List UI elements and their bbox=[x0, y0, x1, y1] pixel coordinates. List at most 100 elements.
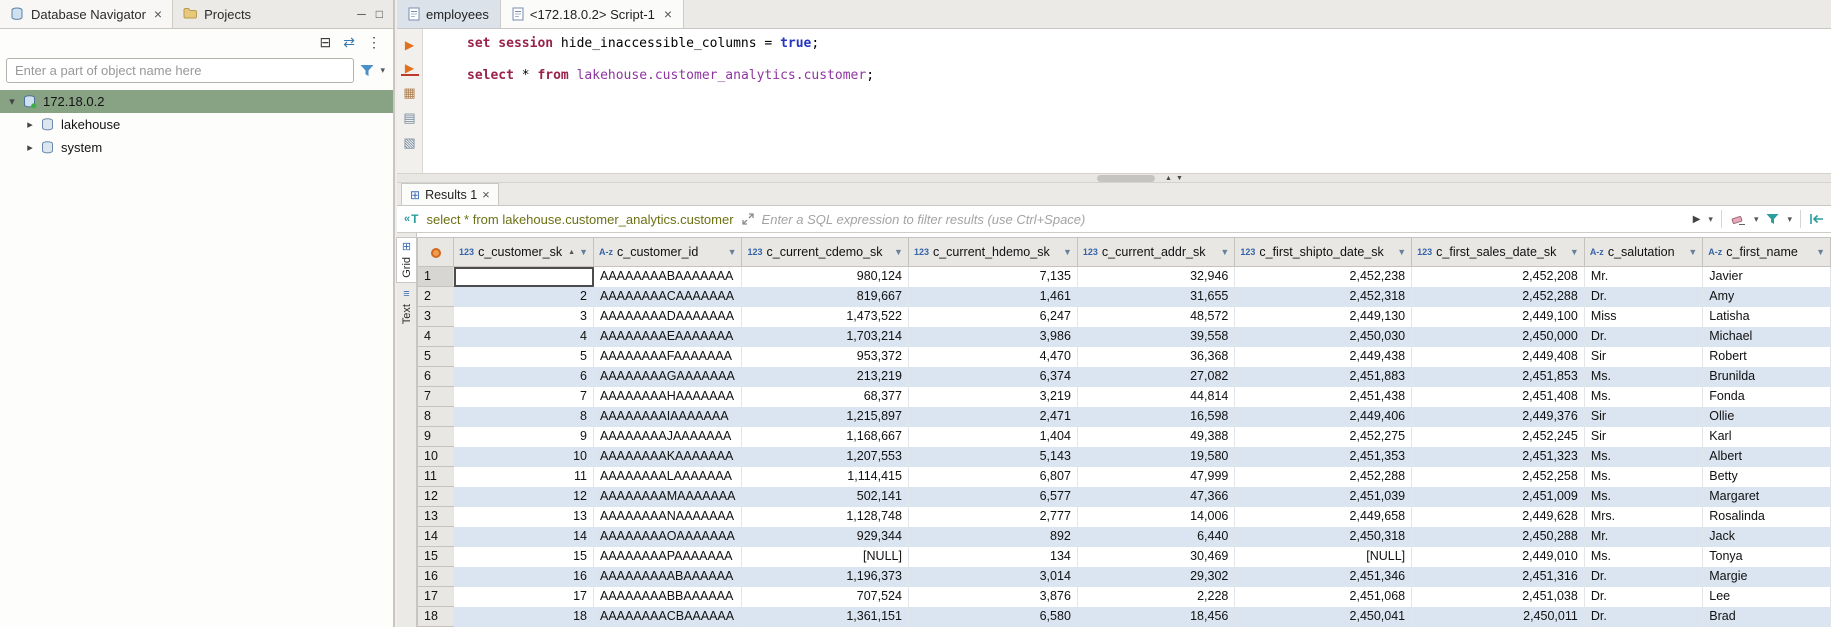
grid-cell[interactable]: 707,524 bbox=[742, 587, 908, 607]
grid-cell[interactable]: 2,452,288 bbox=[1412, 287, 1585, 307]
grid-cell[interactable]: 9 bbox=[454, 427, 594, 447]
collapse-all-icon[interactable]: ⊟ bbox=[320, 34, 332, 51]
collapse-panel-icon[interactable] bbox=[1809, 213, 1824, 225]
grid-cell[interactable]: 2,228 bbox=[1077, 587, 1234, 607]
editor-hscrollbar[interactable] bbox=[1097, 175, 1155, 182]
grid-cell[interactable]: 2,451,323 bbox=[1412, 447, 1585, 467]
column-header-c_first_shipto_date_sk[interactable]: 123c_first_shipto_date_sk▼ bbox=[1235, 238, 1412, 267]
view-menu-icon[interactable]: ⋮ bbox=[367, 34, 381, 51]
column-header-c_current_cdemo_sk[interactable]: 123c_current_cdemo_sk▼ bbox=[742, 238, 908, 267]
grid-cell[interactable]: 16,598 bbox=[1077, 407, 1234, 427]
grid-cell[interactable]: AAAAAAAACBAAAAAA bbox=[594, 607, 742, 627]
filter-dropdown-icon[interactable]: ▼ bbox=[579, 247, 588, 257]
grid-cell[interactable]: Margaret bbox=[1703, 487, 1831, 507]
grid-cell[interactable]: Dr. bbox=[1584, 607, 1702, 627]
grid-cell[interactable]: Mr. bbox=[1584, 527, 1702, 547]
grid-cell[interactable]: Dr. bbox=[1584, 567, 1702, 587]
grid-cell[interactable]: AAAAAAAAGAAAAAAA bbox=[594, 367, 742, 387]
grid-cell[interactable]: 2,449,658 bbox=[1235, 507, 1412, 527]
filter-dropdown-icon[interactable]: ▼ bbox=[1570, 247, 1579, 257]
grid-cell[interactable]: 1,404 bbox=[908, 427, 1077, 447]
row-number[interactable]: 9 bbox=[418, 427, 454, 447]
grid-cell[interactable]: Ms. bbox=[1584, 467, 1702, 487]
grid-cell[interactable]: 10 bbox=[454, 447, 594, 467]
grid-cell[interactable]: Ms. bbox=[1584, 387, 1702, 407]
grid-cell[interactable]: AAAAAAAALAAAAAAA bbox=[594, 467, 742, 487]
grid-cell[interactable]: 48,572 bbox=[1077, 307, 1234, 327]
grid-cell[interactable]: Ollie bbox=[1703, 407, 1831, 427]
tab-results-1[interactable]: ⊞ Results 1 × bbox=[401, 183, 499, 205]
row-number[interactable]: 18 bbox=[418, 607, 454, 627]
results-view-tab-grid[interactable]: ⊞Grid bbox=[397, 238, 416, 282]
grid-cell[interactable]: Latisha bbox=[1703, 307, 1831, 327]
grid-cell[interactable]: 2,450,011 bbox=[1412, 607, 1585, 627]
grid-cell[interactable]: 1,703,214 bbox=[742, 327, 908, 347]
minimize-view-icon[interactable]: ─ bbox=[357, 7, 366, 21]
grid-cell[interactable]: Mr. bbox=[1584, 267, 1702, 287]
grid-cell[interactable]: AAAAAAAAIAAAAAAA bbox=[594, 407, 742, 427]
link-with-editor-icon[interactable]: ⇄ bbox=[343, 34, 355, 51]
execute-script-button[interactable]: ▶ bbox=[401, 61, 419, 76]
grid-cell[interactable]: AAAAAAAAABAAAAAA bbox=[594, 567, 742, 587]
grid-cell[interactable]: 5 bbox=[454, 347, 594, 367]
row-number[interactable]: 12 bbox=[418, 487, 454, 507]
grid-cell[interactable]: Karl bbox=[1703, 427, 1831, 447]
column-header-c_customer_id[interactable]: A-zc_customer_id▼ bbox=[594, 238, 742, 267]
filter-settings-chevron-icon[interactable]: ▾ bbox=[1787, 214, 1792, 225]
grid-cell[interactable]: Lee bbox=[1703, 587, 1831, 607]
grid-cell[interactable]: Ms. bbox=[1584, 447, 1702, 467]
filter-settings-icon[interactable] bbox=[1766, 213, 1779, 225]
grid-cell[interactable]: Albert bbox=[1703, 447, 1831, 467]
column-header-c_salutation[interactable]: A-zc_salutation▼ bbox=[1584, 238, 1702, 267]
filter-dropdown-icon[interactable]: ▼ bbox=[1816, 247, 1825, 257]
column-header-c_current_addr_sk[interactable]: 123c_current_addr_sk▼ bbox=[1077, 238, 1234, 267]
grid-cell[interactable]: 1,114,415 bbox=[742, 467, 908, 487]
grid-cell[interactable]: 502,141 bbox=[742, 487, 908, 507]
row-number[interactable]: 2 bbox=[418, 287, 454, 307]
column-header-c_first_name[interactable]: A-zc_first_name▼ bbox=[1703, 238, 1831, 267]
maximize-view-icon[interactable]: □ bbox=[376, 7, 383, 21]
grid-cell[interactable]: 1,215,897 bbox=[742, 407, 908, 427]
erase-options-chevron-icon[interactable]: ▾ bbox=[1754, 214, 1759, 225]
filter-expression-input[interactable] bbox=[762, 212, 1685, 227]
grid-cell[interactable]: 14,006 bbox=[1077, 507, 1234, 527]
grid-cell[interactable]: 14 bbox=[454, 527, 594, 547]
grid-cell[interactable]: Brunilda bbox=[1703, 367, 1831, 387]
grid-cell[interactable]: AAAAAAAAPAAAAAAA bbox=[594, 547, 742, 567]
row-number[interactable]: 10 bbox=[418, 447, 454, 467]
row-number[interactable]: 17 bbox=[418, 587, 454, 607]
row-number[interactable]: 15 bbox=[418, 547, 454, 567]
sash-up-icon[interactable]: ▲ bbox=[1165, 174, 1172, 183]
grid-cell[interactable]: 2,451,353 bbox=[1235, 447, 1412, 467]
grid-cell[interactable]: 3 bbox=[454, 307, 594, 327]
grid-cell[interactable]: 2,449,628 bbox=[1412, 507, 1585, 527]
close-icon[interactable]: × bbox=[664, 6, 672, 22]
grid-cell[interactable]: 2,449,438 bbox=[1235, 347, 1412, 367]
grid-cell[interactable]: Ms. bbox=[1584, 487, 1702, 507]
grid-cell[interactable]: 32,946 bbox=[1077, 267, 1234, 287]
grid-cell[interactable]: 2,452,238 bbox=[1235, 267, 1412, 287]
grid-cell[interactable]: 213,219 bbox=[742, 367, 908, 387]
grid-cell[interactable]: [NULL] bbox=[1235, 547, 1412, 567]
grid-cell[interactable]: 2,449,010 bbox=[1412, 547, 1585, 567]
grid-cell[interactable]: 2,449,408 bbox=[1412, 347, 1585, 367]
row-number[interactable]: 11 bbox=[418, 467, 454, 487]
grid-cell[interactable]: AAAAAAAAJAAAAAAA bbox=[594, 427, 742, 447]
grid-cell[interactable]: 36,368 bbox=[1077, 347, 1234, 367]
grid-cell[interactable]: AAAAAAAAHAAAAAAA bbox=[594, 387, 742, 407]
grid-cell[interactable]: Mrs. bbox=[1584, 507, 1702, 527]
grid-cell[interactable]: 44,814 bbox=[1077, 387, 1234, 407]
grid-cell[interactable]: 2,451,438 bbox=[1235, 387, 1412, 407]
grid-cell[interactable]: Dr. bbox=[1584, 587, 1702, 607]
grid-cell[interactable]: 1,473,522 bbox=[742, 307, 908, 327]
grid-cell[interactable]: 2,452,275 bbox=[1235, 427, 1412, 447]
erase-filter-icon[interactable] bbox=[1730, 213, 1746, 226]
grid-cell[interactable]: 17 bbox=[454, 587, 594, 607]
grid-cell[interactable]: 47,366 bbox=[1077, 487, 1234, 507]
grid-cell[interactable]: AAAAAAAAKAAAAAAA bbox=[594, 447, 742, 467]
grid-cell[interactable]: 5,143 bbox=[908, 447, 1077, 467]
row-number[interactable]: 5 bbox=[418, 347, 454, 367]
row-number[interactable]: 8 bbox=[418, 407, 454, 427]
output-console-button[interactable]: ▧ bbox=[401, 134, 419, 151]
grid-cell[interactable]: 11 bbox=[454, 467, 594, 487]
